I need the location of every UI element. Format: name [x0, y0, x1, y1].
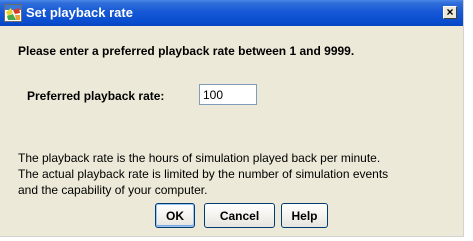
- playback-rate-dialog: Set playback rate × Please enter a prefe…: [0, 0, 464, 237]
- cancel-button[interactable]: Cancel: [204, 203, 275, 228]
- playback-rate-label: Preferred playback rate:: [27, 89, 165, 103]
- description-line-3: and the capability of your computer.: [18, 183, 208, 197]
- help-button[interactable]: Help: [281, 203, 328, 228]
- playback-rate-input[interactable]: [199, 84, 257, 105]
- description-line-1: The playback rate is the hours of simula…: [18, 151, 381, 165]
- window-title: Set playback rate: [26, 5, 133, 20]
- application-icon: [4, 4, 22, 22]
- ok-button[interactable]: OK: [155, 203, 195, 228]
- description-line-2: The actual playback rate is limited by t…: [18, 167, 389, 181]
- prompt-heading: Please enter a preferred playback rate b…: [18, 44, 355, 58]
- close-icon[interactable]: ×: [443, 6, 457, 19]
- title-bar[interactable]: Set playback rate ×: [0, 0, 463, 26]
